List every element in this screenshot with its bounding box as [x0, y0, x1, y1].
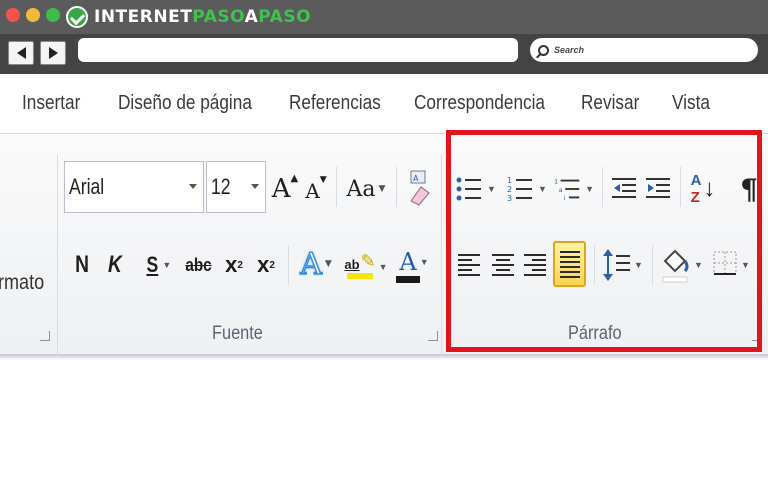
- group-separator: [441, 155, 442, 355]
- control-separator: [336, 167, 337, 207]
- highlight-rectangle: [446, 130, 762, 352]
- search-input[interactable]: Search: [530, 38, 758, 62]
- tab-insertar[interactable]: Insertar: [22, 92, 80, 115]
- document-area: [0, 360, 768, 480]
- text-effects-button[interactable]: A ▼: [296, 243, 336, 285]
- arrow-left-icon: [16, 47, 26, 59]
- brand-name: INTERNETPASOAPASO: [94, 7, 312, 27]
- subscript-button[interactable]: x2: [222, 247, 246, 283]
- ribbon-tabs: Insertar Diseño de página Referencias Co…: [0, 74, 768, 134]
- minimize-window-button[interactable]: [26, 8, 40, 22]
- chevron-down-icon: ▼: [378, 184, 386, 194]
- address-bar[interactable]: [78, 38, 518, 62]
- control-separator: [396, 167, 397, 207]
- caret-up-icon: ▲: [290, 173, 299, 184]
- superscript-button[interactable]: x2: [254, 247, 278, 283]
- brand-logo: INTERNETPASOAPASO: [66, 4, 311, 30]
- tab-diseno-de-pagina[interactable]: Diseño de página: [118, 92, 252, 115]
- chevron-down-icon: ▼: [378, 262, 388, 272]
- fuente-dialog-launcher-icon[interactable]: [428, 331, 438, 341]
- strikethrough-button[interactable]: abc: [184, 247, 214, 283]
- forward-button[interactable]: [40, 41, 66, 65]
- back-button[interactable]: [8, 41, 34, 65]
- group-label-fuente: Fuente: [212, 323, 263, 344]
- browser-title-bar: INTERNETPASOAPASO: [0, 0, 768, 34]
- tab-vista[interactable]: Vista: [672, 92, 710, 115]
- tab-referencias[interactable]: Referencias: [289, 92, 381, 115]
- svg-text:A: A: [413, 174, 419, 183]
- partial-group-label: rmato: [0, 271, 45, 294]
- font-color-bar: [396, 275, 420, 283]
- check-icon: [66, 6, 88, 28]
- eraser-icon: A: [410, 170, 430, 206]
- chevron-down-icon: [189, 184, 197, 189]
- group-separator: [57, 155, 58, 355]
- font-name-select[interactable]: Arial: [64, 161, 204, 213]
- chevron-down-icon: ▼: [162, 260, 172, 270]
- font-size-select[interactable]: 12: [206, 161, 266, 213]
- underline-button[interactable]: S ▼: [140, 247, 176, 283]
- tab-revisar[interactable]: Revisar: [581, 92, 639, 115]
- grow-font-button[interactable]: A ▲: [272, 169, 298, 209]
- clear-format-button[interactable]: A: [404, 165, 434, 209]
- arrow-right-icon: [48, 47, 58, 59]
- chevron-down-icon: ▼: [324, 259, 332, 269]
- chevron-down-icon: ▼: [419, 256, 429, 267]
- highlight-color-button[interactable]: ab ✎ ▼: [344, 243, 388, 287]
- browser-nav-bar: Search: [0, 34, 768, 74]
- shrink-font-button[interactable]: A ▼: [304, 173, 328, 209]
- tab-correspondencia[interactable]: Correspondencia: [414, 92, 545, 115]
- caret-down-icon: ▼: [319, 175, 327, 185]
- dialog-launcher-icon[interactable]: [40, 331, 50, 341]
- close-window-button[interactable]: [6, 8, 20, 22]
- control-separator: [288, 245, 289, 285]
- font-color-button[interactable]: A ▼: [394, 243, 434, 287]
- italic-button[interactable]: K: [106, 247, 124, 283]
- search-icon: [538, 44, 549, 56]
- marker-icon: ✎: [360, 251, 376, 271]
- maximize-window-button[interactable]: [46, 8, 60, 22]
- change-case-button[interactable]: Aa ▼: [344, 169, 388, 209]
- chevron-down-icon: [251, 184, 259, 189]
- bold-button[interactable]: N: [72, 247, 91, 283]
- highlight-color-bar: [347, 273, 373, 279]
